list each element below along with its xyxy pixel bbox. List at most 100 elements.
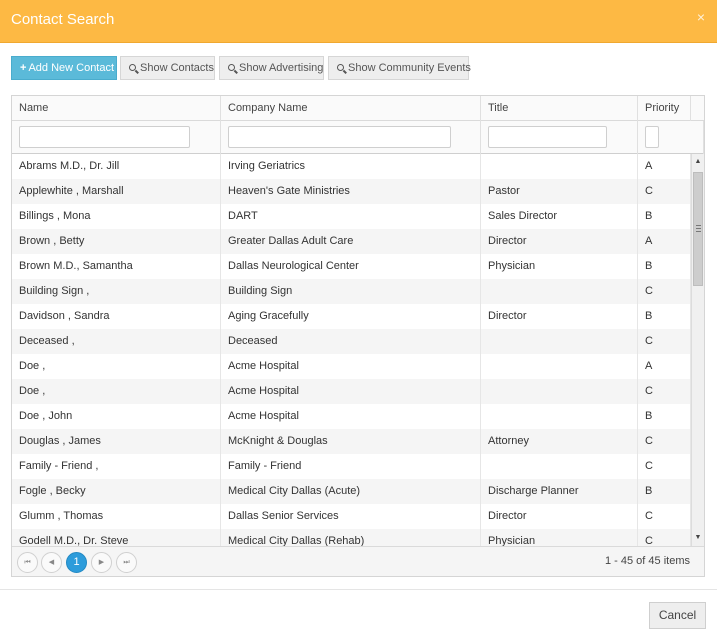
pager-info: 1 - 45 of 45 items bbox=[605, 555, 690, 567]
cell-priority: C bbox=[638, 329, 691, 354]
filter-cell-name bbox=[12, 121, 221, 154]
cell-priority: B bbox=[638, 304, 691, 329]
contacts-grid: Name Company Name Title Priority Abrams … bbox=[11, 95, 705, 577]
table-row[interactable]: Brown , Betty Greater Dallas Adult Care Di… bbox=[12, 229, 691, 254]
show-contacts-button[interactable]: Show Contacts bbox=[120, 56, 215, 80]
scroll-up-icon[interactable]: ▲ bbox=[692, 156, 704, 168]
show-contacts-label: Show Contacts bbox=[140, 62, 214, 74]
cell-title: Director bbox=[481, 229, 638, 254]
scroll-down-icon[interactable]: ▼ bbox=[692, 532, 704, 544]
cell-name: Davidson , Sandra bbox=[12, 304, 221, 329]
cell-priority: A bbox=[638, 229, 691, 254]
table-row[interactable]: Family - Friend , Family - Friend C bbox=[12, 454, 691, 479]
cell-company: Medical City Dallas (Rehab) bbox=[221, 529, 481, 546]
cell-priority: B bbox=[638, 204, 691, 229]
cell-name: Douglas , James bbox=[12, 429, 221, 454]
cell-priority: C bbox=[638, 454, 691, 479]
cell-priority: C bbox=[638, 179, 691, 204]
cell-priority: C bbox=[638, 379, 691, 404]
add-new-contact-button[interactable]: + Add New Contact bbox=[11, 56, 117, 80]
plus-icon: + bbox=[20, 62, 27, 74]
show-advertising-button[interactable]: Show Advertising bbox=[219, 56, 324, 80]
column-header-name[interactable]: Name bbox=[12, 96, 221, 121]
cell-priority: B bbox=[638, 254, 691, 279]
table-row[interactable]: Doe , John Acme Hospital B bbox=[12, 404, 691, 429]
cell-title: Sales Director bbox=[481, 204, 638, 229]
cell-company: Heaven's Gate Ministries bbox=[221, 179, 481, 204]
table-row[interactable]: Fogle , Becky Medical City Dallas (Acute)… bbox=[12, 479, 691, 504]
filter-cell-title bbox=[481, 121, 638, 154]
cell-name: Brown , Betty bbox=[12, 229, 221, 254]
cell-priority: A bbox=[638, 154, 691, 179]
footer-divider bbox=[0, 589, 717, 590]
column-header-priority[interactable]: Priority bbox=[638, 96, 691, 121]
cell-title bbox=[481, 279, 638, 304]
cell-name: Godell M.D., Dr. Steve bbox=[12, 529, 221, 546]
search-icon bbox=[129, 64, 136, 71]
cell-company: Family - Friend bbox=[221, 454, 481, 479]
table-row[interactable]: Godell M.D., Dr. Steve Medical City Dalla… bbox=[12, 529, 691, 546]
cell-company: Acme Hospital bbox=[221, 379, 481, 404]
table-row[interactable]: Douglas , James McKnight & Douglas Attorne… bbox=[12, 429, 691, 454]
cancel-button[interactable]: Cancel bbox=[649, 602, 706, 629]
table-row[interactable]: Billings , Mona DART Sales Director B bbox=[12, 204, 691, 229]
grid-body: Abrams M.D., Dr. Jill Irving Geriatrics A A… bbox=[12, 154, 691, 546]
cell-name: Billings , Mona bbox=[12, 204, 221, 229]
cell-company: DART bbox=[221, 204, 481, 229]
show-community-events-button[interactable]: Show Community Events bbox=[328, 56, 471, 80]
last-page-icon[interactable]: ⏭ bbox=[116, 552, 137, 573]
cell-company: Building Sign bbox=[221, 279, 481, 304]
company-filter-input[interactable] bbox=[228, 126, 451, 148]
column-header-company[interactable]: Company Name bbox=[221, 96, 481, 121]
cell-company: Irving Geriatrics bbox=[221, 154, 481, 179]
previous-page-icon[interactable]: ◀ bbox=[41, 552, 62, 573]
filter-row bbox=[12, 121, 704, 154]
title-filter-input[interactable] bbox=[488, 126, 607, 148]
cell-title bbox=[481, 454, 638, 479]
table-row[interactable]: Applewhite , Marshall Heaven's Gate Minis… bbox=[12, 179, 691, 204]
cell-company: Medical City Dallas (Acute) bbox=[221, 479, 481, 504]
table-row[interactable]: Davidson , Sandra Aging Gracefully Directo… bbox=[12, 304, 691, 329]
cell-title bbox=[481, 404, 638, 429]
show-community-events-label: Show Community Events bbox=[348, 62, 471, 74]
cell-priority: C bbox=[638, 429, 691, 454]
scrollbar-thumb[interactable] bbox=[693, 172, 703, 286]
table-row[interactable]: Deceased , Deceased C bbox=[12, 329, 691, 354]
table-row[interactable]: Doe , Acme Hospital C bbox=[12, 379, 691, 404]
pager: ⏮ ◀ 1 ▶ ⏭ 1 - 45 of 45 items bbox=[12, 546, 704, 576]
cell-name: Glumm , Thomas bbox=[12, 504, 221, 529]
name-filter-input[interactable] bbox=[19, 126, 190, 148]
cell-company: Greater Dallas Adult Care bbox=[221, 229, 481, 254]
column-header-title[interactable]: Title bbox=[481, 96, 638, 121]
cell-company: McKnight & Douglas bbox=[221, 429, 481, 454]
table-row[interactable]: Abrams M.D., Dr. Jill Irving Geriatrics A bbox=[12, 154, 691, 179]
cell-name: Doe , John bbox=[12, 404, 221, 429]
table-row[interactable]: Building Sign , Building Sign C bbox=[12, 279, 691, 304]
cell-title bbox=[481, 154, 638, 179]
page-number-button[interactable]: 1 bbox=[66, 552, 87, 573]
first-page-icon[interactable]: ⏮ bbox=[17, 552, 38, 573]
close-icon[interactable]: × bbox=[697, 9, 705, 25]
filter-cell-priority bbox=[638, 121, 704, 154]
vertical-scrollbar[interactable]: ▲ ▼ bbox=[691, 154, 704, 546]
table-row[interactable]: Brown M.D., Samantha Dallas Neurological … bbox=[12, 254, 691, 279]
show-advertising-label: Show Advertising bbox=[239, 62, 324, 74]
next-page-icon[interactable]: ▶ bbox=[91, 552, 112, 573]
cell-title: Director bbox=[481, 304, 638, 329]
table-row[interactable]: Doe , Acme Hospital A bbox=[12, 354, 691, 379]
cell-name: Brown M.D., Samantha bbox=[12, 254, 221, 279]
filter-cell-company bbox=[221, 121, 481, 154]
priority-filter-input[interactable] bbox=[645, 126, 659, 148]
cell-title: Attorney bbox=[481, 429, 638, 454]
cell-priority: B bbox=[638, 404, 691, 429]
cell-priority: C bbox=[638, 279, 691, 304]
cell-name: Applewhite , Marshall bbox=[12, 179, 221, 204]
cell-company: Dallas Senior Services bbox=[221, 504, 481, 529]
cell-name: Fogle , Becky bbox=[12, 479, 221, 504]
search-icon bbox=[337, 64, 344, 71]
grid-header: Name Company Name Title Priority bbox=[12, 96, 704, 121]
table-row[interactable]: Glumm , Thomas Dallas Senior Services Dire… bbox=[12, 504, 691, 529]
cell-name: Building Sign , bbox=[12, 279, 221, 304]
cell-title: Physician bbox=[481, 529, 638, 546]
cell-title: Physician bbox=[481, 254, 638, 279]
